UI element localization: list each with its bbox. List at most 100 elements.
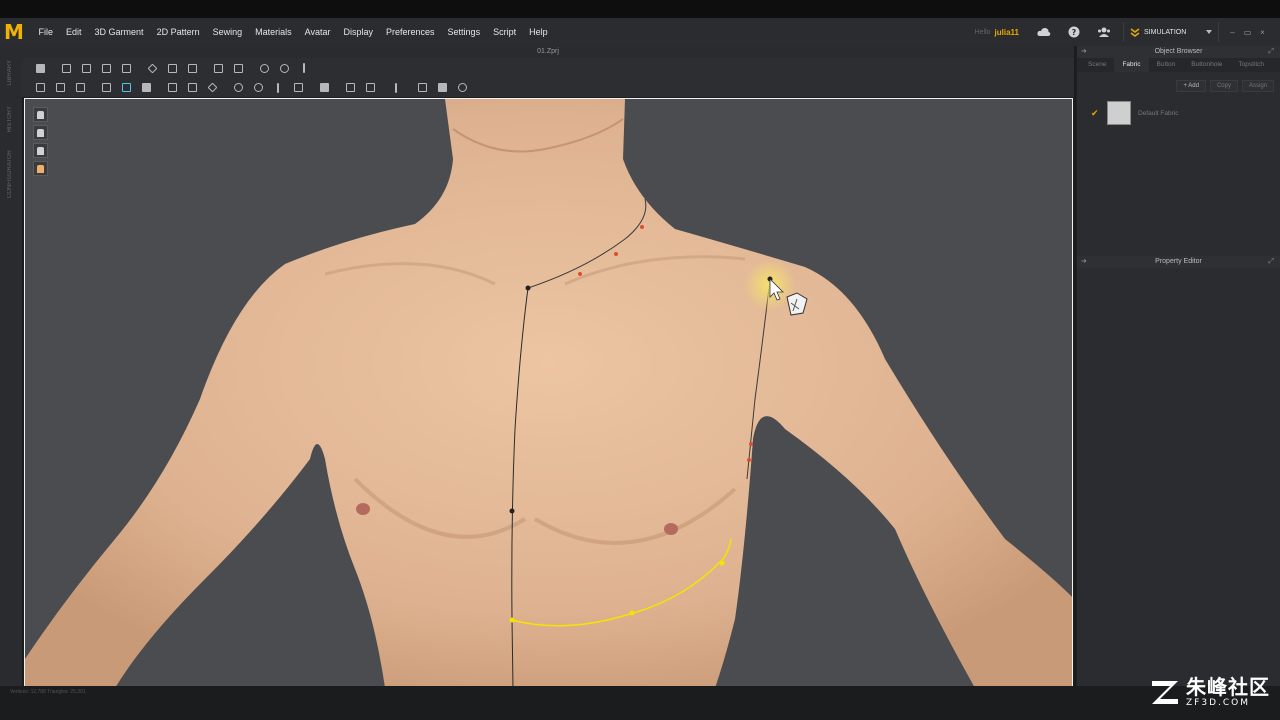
tb2-tool-12-icon[interactable] xyxy=(228,79,248,97)
tb1-tool-16-icon[interactable] xyxy=(294,59,314,77)
tab-topstitch[interactable]: Topstitch xyxy=(1230,58,1272,72)
menu-preferences[interactable]: Preferences xyxy=(380,18,442,46)
cloud-icon[interactable] xyxy=(1033,21,1055,43)
tb1-tool-5-icon[interactable] xyxy=(116,59,136,77)
seam-point[interactable] xyxy=(749,442,753,446)
tb2-tool-15-icon[interactable] xyxy=(288,79,308,97)
pin-icon[interactable]: ⤢ xyxy=(1268,46,1274,58)
tb1-tool-15-icon[interactable] xyxy=(274,59,294,77)
tb1-tool-7-icon[interactable] xyxy=(142,59,162,77)
seam-point[interactable] xyxy=(719,560,725,566)
svg-text:?: ? xyxy=(1072,28,1077,37)
pin-icon[interactable]: ⤢ xyxy=(1268,256,1274,268)
seam-point[interactable] xyxy=(578,272,582,276)
tb2-tool-14-icon[interactable] xyxy=(268,79,288,97)
fabric-list-item[interactable]: ✔ Default Fabric xyxy=(1077,100,1280,126)
show-avatar-button[interactable] xyxy=(33,125,48,140)
seam-point[interactable] xyxy=(525,285,531,291)
menu-display[interactable]: Display xyxy=(337,18,380,46)
tb1-tool-3-icon[interactable] xyxy=(76,59,96,77)
tb2-tool-4-icon[interactable] xyxy=(96,79,116,97)
mode-selector[interactable]: SIMULATION xyxy=(1123,22,1219,42)
menu-help[interactable]: Help xyxy=(523,18,555,46)
3d-viewport[interactable] xyxy=(24,98,1073,687)
avatar-texture-button[interactable] xyxy=(33,161,48,176)
menu-settings[interactable]: Settings xyxy=(441,18,487,46)
tb2-tool-6-icon[interactable] xyxy=(136,79,156,97)
copy-fabric-button[interactable]: Copy xyxy=(1209,80,1238,92)
community-icon[interactable] xyxy=(1093,21,1115,43)
tb1-tool-4-icon[interactable] xyxy=(96,59,116,77)
seam-point[interactable] xyxy=(640,225,644,229)
seam-point[interactable] xyxy=(629,610,635,616)
tab-scene[interactable]: Scene xyxy=(1080,58,1114,72)
tb2-tool-1-icon[interactable] xyxy=(50,79,70,97)
show-layers-button[interactable] xyxy=(33,143,48,158)
tb1-tool-12-icon[interactable] xyxy=(228,59,248,77)
seam-point[interactable] xyxy=(614,252,618,256)
tb2-tool-22-icon[interactable] xyxy=(386,79,406,97)
menu-edit[interactable]: Edit xyxy=(60,18,89,46)
tb1-tool-0-icon[interactable] xyxy=(30,59,50,77)
menu-2d-pattern[interactable]: 2D Pattern xyxy=(150,18,206,46)
left-side-strip: LIBRARY HISTORY CONFIGURATOR xyxy=(0,46,22,686)
tb1-tool-8-icon[interactable] xyxy=(162,59,182,77)
tab-fabric[interactable]: Fabric xyxy=(1114,58,1149,72)
tb1-tool-11-icon[interactable] xyxy=(208,59,228,77)
tb2-tool-9-icon[interactable] xyxy=(182,79,202,97)
seam-point[interactable] xyxy=(509,508,515,514)
side-tab-configurator[interactable]: CONFIGURATOR xyxy=(7,150,13,198)
watermark-chinese: 朱峰社区 xyxy=(1186,675,1270,699)
close-button[interactable]: × xyxy=(1255,28,1270,37)
side-tab-library[interactable]: LIBRARY xyxy=(7,60,13,86)
side-tab-history[interactable]: HISTORY xyxy=(7,106,13,132)
object-browser-tabs: Scene Fabric Button Buttonhole Topstitch xyxy=(1077,58,1280,72)
tab-buttonhole[interactable]: Buttonhole xyxy=(1183,58,1230,72)
zf3d-logo-icon xyxy=(1152,681,1178,704)
menu-script[interactable]: Script xyxy=(487,18,523,46)
avatar-body xyxy=(25,99,1072,686)
add-fabric-button[interactable]: + Add xyxy=(1176,80,1206,92)
help-icon[interactable]: ? xyxy=(1063,21,1085,43)
collapse-arrow-icon[interactable]: ➜ xyxy=(1081,256,1087,268)
tb2-tool-10-icon[interactable] xyxy=(202,79,222,97)
menu-sewing[interactable]: Sewing xyxy=(206,18,249,46)
nipple-right xyxy=(664,523,678,535)
property-editor-header: ➜ Property Editor ⤢ xyxy=(1077,256,1280,268)
menu-3d-garment[interactable]: 3D Garment xyxy=(88,18,150,46)
title-strip xyxy=(0,0,1280,18)
tb2-tool-0-icon[interactable] xyxy=(30,79,50,97)
menu-right: Hello julia11 ? SIMULATION – ▭ × xyxy=(975,18,1280,46)
tb1-tool-9-icon[interactable] xyxy=(182,59,202,77)
tb2-tool-5-icon[interactable] xyxy=(116,79,136,97)
maximize-button[interactable]: ▭ xyxy=(1240,28,1255,37)
tab-button[interactable]: Button xyxy=(1149,58,1184,72)
tb2-tool-8-icon[interactable] xyxy=(162,79,182,97)
tb2-tool-19-icon[interactable] xyxy=(340,79,360,97)
object-browser-actions: + Add Copy Assign xyxy=(1077,72,1280,92)
collapse-arrow-icon[interactable]: ➜ xyxy=(1081,46,1087,58)
minimize-button[interactable]: – xyxy=(1225,28,1240,37)
tb1-tool-2-icon[interactable] xyxy=(56,59,76,77)
menu-file[interactable]: File xyxy=(32,18,60,46)
show-garment-button[interactable] xyxy=(33,107,48,122)
fabric-swatch xyxy=(1107,101,1131,125)
tb2-tool-25-icon[interactable] xyxy=(432,79,452,97)
seam-point[interactable] xyxy=(509,617,515,623)
tb2-tool-17-icon[interactable] xyxy=(314,79,334,97)
seam-point[interactable] xyxy=(747,458,751,462)
object-browser-title: Object Browser xyxy=(1154,48,1203,55)
tb2-tool-13-icon[interactable] xyxy=(248,79,268,97)
document-title-bar: 01.Zprj xyxy=(22,46,1074,58)
tb2-tool-20-icon[interactable] xyxy=(360,79,380,97)
menu-materials[interactable]: Materials xyxy=(249,18,299,46)
mode-label: SIMULATION xyxy=(1144,28,1187,36)
user-name[interactable]: julia11 xyxy=(995,28,1019,37)
menu-avatar[interactable]: Avatar xyxy=(298,18,337,46)
assign-fabric-button[interactable]: Assign xyxy=(1241,80,1274,92)
tb2-tool-24-icon[interactable] xyxy=(412,79,432,97)
tb1-tool-14-icon[interactable] xyxy=(254,59,274,77)
tb2-tool-26-icon[interactable] xyxy=(452,79,472,97)
chevron-down-icon xyxy=(1206,30,1212,34)
tb2-tool-2-icon[interactable] xyxy=(70,79,90,97)
